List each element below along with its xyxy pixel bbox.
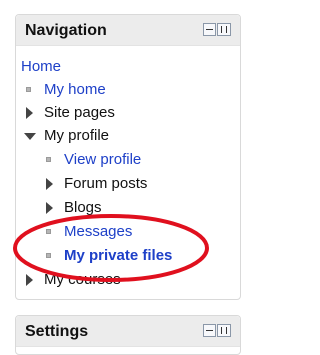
expand-arrow-icon[interactable]	[26, 107, 33, 119]
nav-forum-posts-label[interactable]: Forum posts	[64, 173, 147, 195]
nav-my-home-link[interactable]: My home	[44, 79, 106, 101]
settings-block: Settings	[15, 315, 241, 355]
block-controls	[203, 23, 231, 37]
nav-my-profile-label[interactable]: My profile	[44, 125, 109, 147]
nav-item-my-private-files[interactable]: My private files	[41, 245, 231, 267]
dock-block-icon[interactable]	[217, 324, 231, 337]
hide-block-icon[interactable]	[203, 324, 216, 337]
nav-item-my-courses[interactable]: My courses	[21, 269, 221, 291]
nav-site-pages-label[interactable]: Site pages	[44, 102, 115, 124]
bullet-icon	[26, 87, 31, 92]
nav-blogs-label[interactable]: Blogs	[64, 197, 102, 219]
settings-title: Settings	[25, 323, 89, 340]
bullet-icon	[46, 229, 51, 234]
expand-arrow-icon[interactable]	[26, 274, 33, 286]
nav-item-messages[interactable]: Messages	[41, 221, 231, 243]
bullet-icon	[46, 157, 51, 162]
nav-my-private-files-link[interactable]: My private files	[64, 245, 172, 267]
nav-item-my-home[interactable]: My home	[21, 79, 221, 101]
block-controls	[203, 324, 231, 338]
navigation-tree: Home My home Site pages My profile View …	[15, 46, 241, 306]
hide-block-icon[interactable]	[203, 23, 216, 36]
expand-arrow-icon[interactable]	[46, 178, 53, 190]
dock-block-icon[interactable]	[217, 23, 231, 36]
nav-item-forum-posts[interactable]: Forum posts	[41, 173, 231, 195]
settings-block-header: Settings	[16, 316, 240, 347]
expand-arrow-icon[interactable]	[46, 202, 53, 214]
nav-item-blogs[interactable]: Blogs	[41, 197, 231, 219]
navigation-block-header: Navigation	[16, 15, 240, 46]
navigation-title: Navigation	[25, 22, 107, 39]
nav-home-link[interactable]: Home	[21, 58, 61, 75]
nav-item-home[interactable]: Home	[21, 56, 61, 78]
nav-view-profile-link[interactable]: View profile	[64, 149, 141, 171]
nav-item-my-profile[interactable]: My profile	[21, 125, 221, 147]
collapse-arrow-icon[interactable]	[24, 133, 36, 140]
bullet-icon	[46, 253, 51, 258]
nav-item-view-profile[interactable]: View profile	[41, 149, 231, 171]
nav-messages-link[interactable]: Messages	[64, 221, 132, 243]
nav-my-courses-label[interactable]: My courses	[44, 269, 121, 291]
nav-item-site-pages[interactable]: Site pages	[21, 102, 221, 124]
